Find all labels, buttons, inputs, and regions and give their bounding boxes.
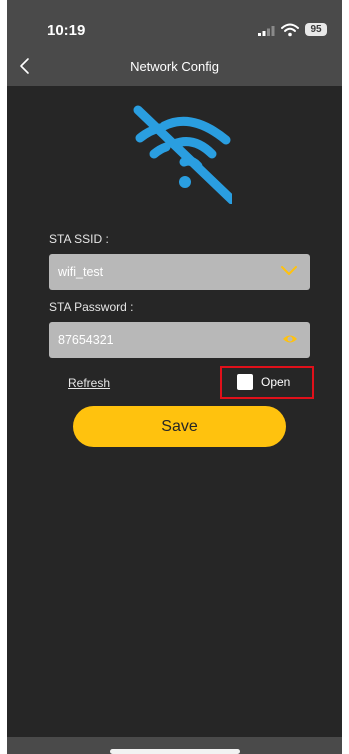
password-label: STA Password : [49, 300, 134, 314]
page-title: Network Config [130, 59, 219, 74]
open-checkbox[interactable] [237, 374, 253, 390]
status-time: 10:19 [47, 22, 86, 39]
refresh-link[interactable]: Refresh [68, 376, 110, 390]
password-value: 87654321 [58, 333, 114, 347]
home-indicator [110, 749, 240, 754]
wifi-status-icon [281, 23, 299, 37]
ssid-label: STA SSID : [49, 232, 109, 246]
chevron-down-icon[interactable] [280, 264, 298, 278]
open-label: Open [261, 375, 291, 389]
app-screen: 10:19 95 Network Config STA SSID : wifi_… [7, 0, 342, 754]
battery-indicator: 95 [305, 23, 327, 36]
header: 10:19 95 Network Config [7, 0, 342, 86]
password-field[interactable]: 87654321 [49, 322, 310, 358]
eye-icon[interactable] [282, 332, 298, 346]
open-toggle[interactable]: Open [220, 366, 314, 399]
save-button[interactable]: Save [73, 406, 286, 447]
cellular-signal-icon [258, 26, 275, 36]
ssid-dropdown[interactable]: wifi_test [49, 254, 310, 290]
wifi-off-icon [133, 105, 232, 204]
ssid-value: wifi_test [58, 265, 104, 279]
